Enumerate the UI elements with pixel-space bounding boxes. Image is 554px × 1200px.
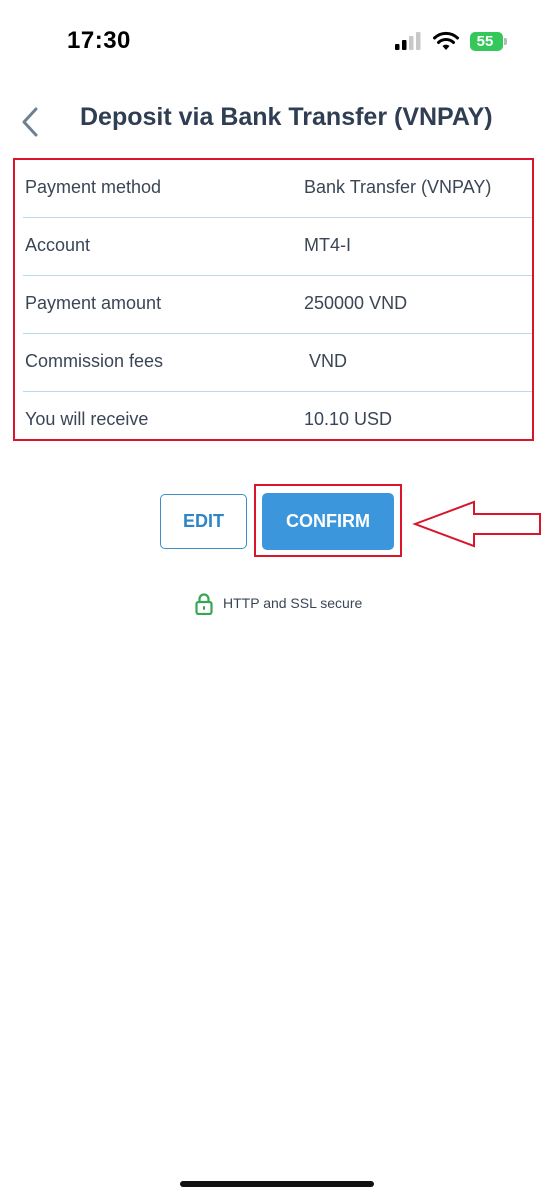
edit-button[interactable]: EDIT bbox=[160, 494, 247, 549]
summary-row-payment-method: Payment method Bank Transfer (VNPAY) bbox=[23, 160, 532, 218]
row-value: Bank Transfer (VNPAY) bbox=[304, 177, 492, 197]
row-label: Payment method bbox=[25, 177, 162, 197]
deposit-summary-table: Payment method Bank Transfer (VNPAY) Acc… bbox=[13, 158, 534, 441]
home-indicator bbox=[180, 1181, 374, 1187]
wifi-icon bbox=[433, 31, 459, 50]
status-time: 17:30 bbox=[67, 27, 131, 54]
back-button[interactable] bbox=[14, 101, 50, 141]
summary-row-you-will-receive: You will receive 10.10 USD bbox=[23, 392, 532, 450]
lock-icon bbox=[195, 593, 213, 615]
row-label: Account bbox=[25, 235, 91, 255]
signal-icon bbox=[395, 32, 421, 50]
row-label: Commission fees bbox=[25, 351, 164, 371]
row-value: MT4-I bbox=[304, 235, 351, 255]
row-value: 10.10 USD bbox=[304, 409, 393, 429]
battery-level: 55 bbox=[476, 33, 494, 50]
annotation-arrow-icon bbox=[412, 500, 541, 548]
summary-row-account: Account MT4-I bbox=[23, 218, 532, 276]
row-value: 250000 VND bbox=[304, 293, 408, 313]
security-note-text: HTTP and SSL secure bbox=[223, 595, 363, 611]
page-title: Deposit via Bank Transfer (VNPAY) bbox=[80, 103, 493, 131]
summary-row-commission-fees: Commission fees VND bbox=[23, 334, 532, 392]
battery-icon: 55 bbox=[470, 32, 507, 51]
row-value: VND bbox=[304, 351, 348, 371]
summary-row-payment-amount: Payment amount 250000 VND bbox=[23, 276, 532, 334]
header: Deposit via Bank Transfer (VNPAY) bbox=[0, 95, 554, 145]
row-label: You will receive bbox=[25, 409, 149, 429]
chevron-left-icon bbox=[22, 107, 38, 137]
status-bar: 17:30 55 bbox=[0, 0, 554, 80]
row-label: Payment amount bbox=[25, 293, 162, 313]
confirm-button[interactable]: CONFIRM bbox=[262, 493, 394, 550]
status-icons: 55 bbox=[395, 30, 515, 54]
